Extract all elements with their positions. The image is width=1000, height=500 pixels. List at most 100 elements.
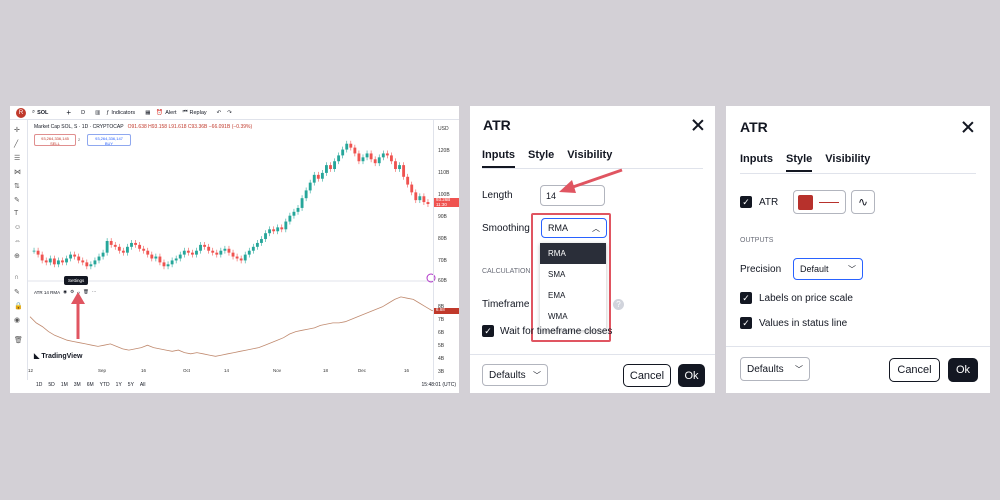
price-scale[interactable]: USD 120B 110B 100B 90B 80B 70B 60B 8B 7B… xyxy=(433,120,459,380)
code-icon[interactable]: ‹› xyxy=(77,290,80,295)
tab-inputs[interactable]: Inputs xyxy=(482,149,515,168)
candle xyxy=(166,264,170,267)
dialog-title: ATR xyxy=(483,117,511,133)
atr-style-dialog: ATR Inputs Style Visibility ✓ ATR ∿ OUTP… xyxy=(726,106,990,393)
candle xyxy=(170,260,174,265)
line-wave-icon: ∿ xyxy=(857,195,869,209)
range-3m[interactable]: 3M xyxy=(74,382,81,388)
settings-arrow xyxy=(71,292,85,339)
candle xyxy=(117,246,121,251)
precision-label: Precision xyxy=(740,264,782,275)
line-sample xyxy=(819,202,839,203)
precision-select[interactable]: Default ﹀ xyxy=(793,258,863,280)
range-1d[interactable]: 1D xyxy=(36,382,42,388)
candle xyxy=(369,153,373,160)
gear-icon[interactable]: ⚙ xyxy=(70,289,74,295)
candle xyxy=(365,153,369,158)
length-input[interactable]: 14 xyxy=(540,185,605,206)
help-icon[interactable]: ? xyxy=(613,299,624,310)
candle xyxy=(312,174,316,183)
ok-button[interactable]: Ok xyxy=(948,358,978,382)
candle xyxy=(300,198,304,208)
range-all[interactable]: All xyxy=(140,382,146,388)
candle xyxy=(32,250,36,252)
range-1m[interactable]: 1M xyxy=(61,382,68,388)
candle xyxy=(247,250,251,255)
candle xyxy=(243,254,247,261)
trash-icon[interactable]: 🗑 xyxy=(83,289,89,295)
candle xyxy=(296,207,300,212)
range-5y[interactable]: 5Y xyxy=(128,382,134,388)
labels-checkbox[interactable]: ✓ xyxy=(740,292,752,304)
time-axis[interactable]: 12 Sep 16 Oct 14 Nov 18 Dec 16 xyxy=(28,366,433,376)
tab-inputs[interactable]: Inputs xyxy=(740,153,773,172)
dialog-title: ATR xyxy=(740,119,768,135)
range-ytd[interactable]: YTD xyxy=(100,382,110,388)
chevron-down-icon: ﹀ xyxy=(795,364,803,374)
tabs-divider xyxy=(482,168,703,169)
color-picker[interactable] xyxy=(793,190,846,214)
candle xyxy=(89,264,93,267)
candle xyxy=(93,260,97,265)
range-6m[interactable]: 6M xyxy=(87,382,94,388)
candle xyxy=(260,239,263,243)
option-wma[interactable]: WMA xyxy=(540,306,606,327)
price-tick: 120B xyxy=(438,148,450,154)
candle xyxy=(40,254,44,261)
cancel-button[interactable]: Cancel xyxy=(889,358,940,382)
defaults-label: Defaults xyxy=(747,363,784,375)
smoothing-dropdown: RMA SMA EMA WMA xyxy=(540,243,606,330)
more-icon[interactable]: ⋯ xyxy=(92,289,97,295)
eye-icon[interactable]: ◉ xyxy=(63,289,67,295)
atr-checkbox[interactable]: ✓ xyxy=(740,196,752,208)
atr-inputs-dialog: ATR Inputs Style Visibility Length 14 Sm… xyxy=(470,106,715,393)
tab-style[interactable]: Style xyxy=(786,153,813,172)
candle xyxy=(276,227,280,232)
candle xyxy=(69,254,73,259)
candle xyxy=(48,258,52,263)
candle xyxy=(130,242,133,247)
dialog-tabs: Inputs Style Visibility xyxy=(740,153,870,172)
candle xyxy=(320,172,324,179)
smoothing-select[interactable]: RMA ︿ xyxy=(541,218,607,238)
option-rma[interactable]: RMA xyxy=(540,243,606,264)
candle xyxy=(385,153,389,156)
candle xyxy=(142,248,146,251)
tabs-divider xyxy=(740,173,976,174)
candle xyxy=(97,256,101,261)
ok-button[interactable]: Ok xyxy=(678,364,705,387)
defaults-select[interactable]: Defaults ﹀ xyxy=(482,364,548,386)
clock[interactable]: 15:48:01 (UTC) xyxy=(422,382,456,388)
candle xyxy=(341,149,345,156)
cancel-button[interactable]: Cancel xyxy=(623,364,671,387)
wait-checkbox[interactable]: ✓ xyxy=(482,325,494,337)
candle xyxy=(178,254,182,259)
option-sma[interactable]: SMA xyxy=(540,264,606,285)
atr-tag: 6.88 xyxy=(434,307,459,314)
candle xyxy=(81,260,85,263)
defaults-select[interactable]: Defaults ﹀ xyxy=(740,357,810,381)
chevron-up-icon: ︿ xyxy=(592,223,600,233)
values-checkbox[interactable]: ✓ xyxy=(740,317,752,329)
tab-visibility[interactable]: Visibility xyxy=(825,153,870,172)
price-chart[interactable] xyxy=(10,106,459,393)
candle xyxy=(109,240,113,245)
atr-tick: 7B xyxy=(438,317,445,323)
candle xyxy=(138,244,142,249)
tab-visibility[interactable]: Visibility xyxy=(567,149,612,168)
atr-plot-label: ATR xyxy=(759,197,779,208)
range-1y[interactable]: 1Y xyxy=(116,382,122,388)
range-5d[interactable]: 5D xyxy=(48,382,54,388)
plot-type-button[interactable]: ∿ xyxy=(851,190,875,214)
time-tick: Nov xyxy=(273,368,282,373)
close-icon[interactable] xyxy=(962,121,974,133)
close-icon[interactable] xyxy=(692,119,704,131)
option-ema[interactable]: EMA xyxy=(540,285,606,306)
candle xyxy=(227,248,231,253)
price-tick: 70B xyxy=(438,258,447,264)
candle xyxy=(325,165,328,173)
time-tick: 16 xyxy=(141,368,147,373)
candle xyxy=(414,192,418,201)
candle xyxy=(255,242,259,247)
tab-style[interactable]: Style xyxy=(528,149,554,168)
